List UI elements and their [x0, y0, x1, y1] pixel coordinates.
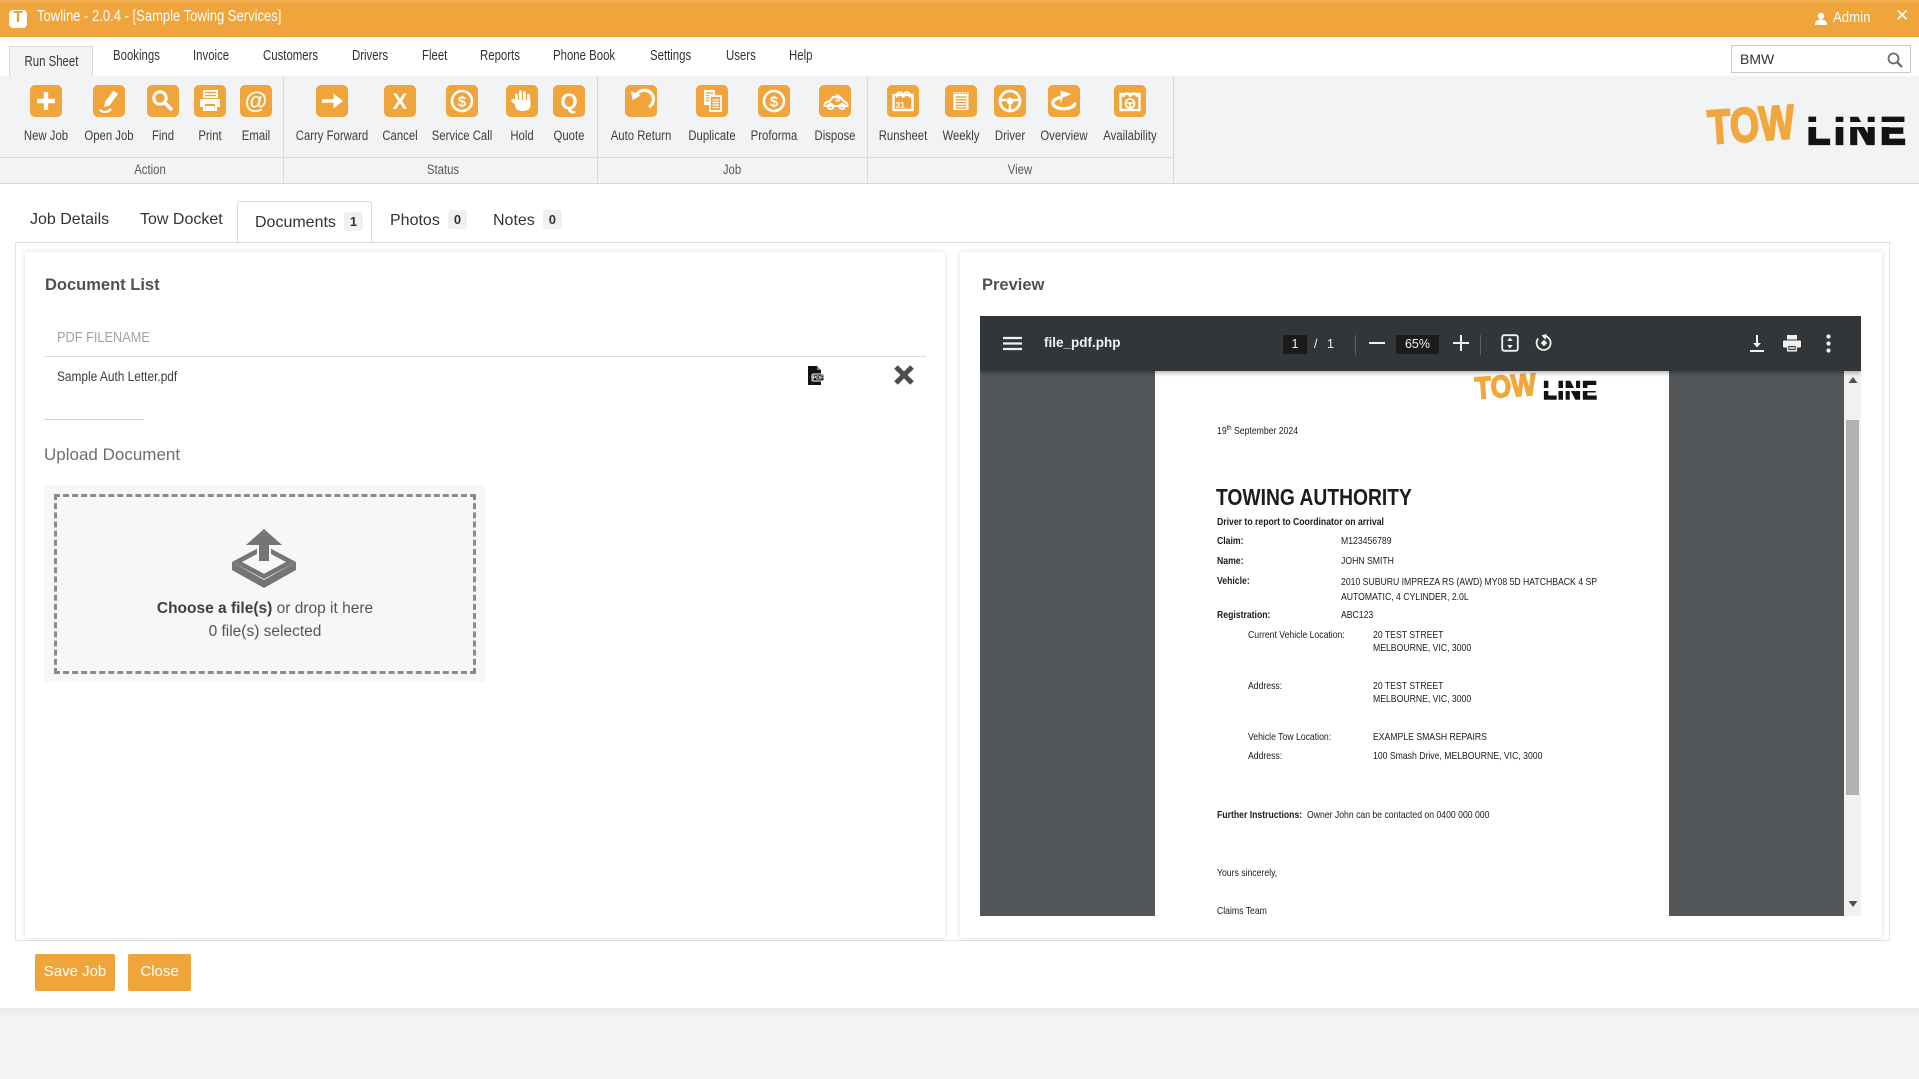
svg-text:@: @ — [245, 88, 267, 114]
svg-text:Q: Q — [560, 89, 577, 114]
svg-text:PDF: PDF — [813, 376, 825, 382]
svg-text:$: $ — [835, 94, 841, 105]
